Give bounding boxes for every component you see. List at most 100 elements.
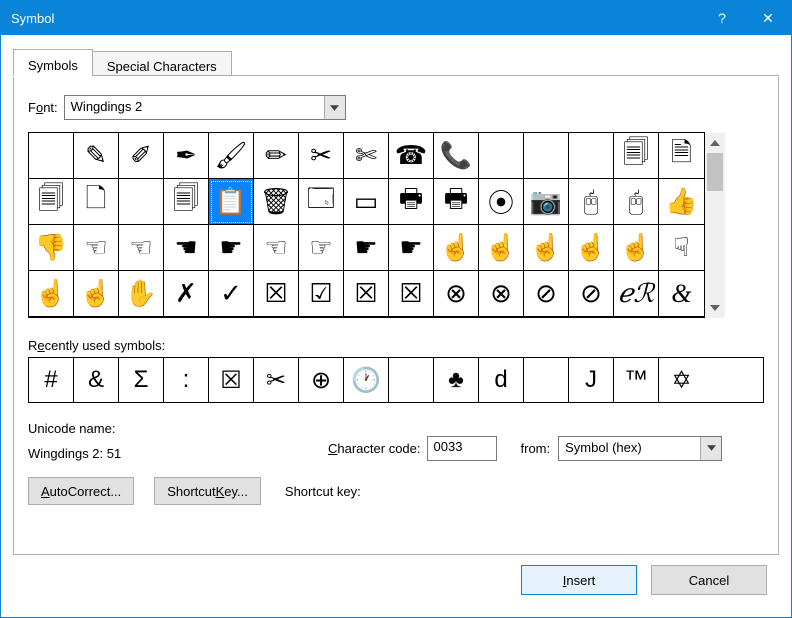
recent-cell[interactable]: ♣ [434,358,479,402]
insert-button[interactable]: Insert [521,565,637,595]
symbol-cell[interactable]: ✓ [209,271,254,317]
symbol-cell[interactable]: ☝ [29,271,74,317]
symbol-cell[interactable] [119,179,164,225]
symbol-cell[interactable]: ✒ [164,133,209,179]
symbol-cell[interactable]: 🖌 [209,133,254,179]
symbol-cell[interactable]: 📷 [524,179,569,225]
tab-symbols[interactable]: Symbols [13,49,93,76]
recent-grid[interactable]: #&Σ:☒✂⊕🕐 ♣d J™✡ [28,357,764,403]
scroll-up-icon[interactable] [705,133,725,153]
recent-cell[interactable] [389,358,434,402]
cancel-button[interactable]: Cancel [651,565,767,595]
symbol-cell[interactable]: ☒ [389,271,434,317]
recent-cell[interactable]: d [479,358,524,402]
symbol-cell[interactable]: ▭ [344,179,389,225]
symbol-cell[interactable]: ☝ [569,225,614,271]
character-code-row: Character code: 0033 from: Symbol (hex) [328,435,764,461]
symbol-cell[interactable]: 🖶 [389,179,434,225]
recent-label: Recently used symbols: [28,338,764,353]
symbol-cell[interactable]: ☒ [344,271,389,317]
recent-cell[interactable]: ✂ [254,358,299,402]
symbol-cell[interactable]: 🗋 [74,179,119,225]
symbol-cell[interactable] [569,133,614,179]
symbol-cell[interactable]: 👍 [659,179,704,225]
symbol-cell[interactable]: ☑ [299,271,344,317]
scroll-track[interactable] [705,153,725,298]
chevron-down-icon[interactable] [700,437,721,460]
symbol-cell[interactable]: ☛ [389,225,434,271]
symbol-cell[interactable]: ☛ [344,225,389,271]
symbol-cell[interactable]: ☟ [659,225,704,271]
symbol-cell[interactable]: 🖰 [569,179,614,225]
symbol-cell[interactable]: ☝ [524,225,569,271]
symbol-cell[interactable]: 🖰 [614,179,659,225]
symbol-cell[interactable]: 🖶 [434,179,479,225]
symbol-cell[interactable]: 🗔 [299,179,344,225]
symbol-cell[interactable]: ✏ [254,133,299,179]
help-button[interactable]: ? [699,1,745,35]
tab-symbols-label: Symbols [28,58,78,73]
symbol-cell[interactable]: ⊘ [524,271,569,317]
symbol-cell[interactable]: ⊗ [479,271,524,317]
charcode-input[interactable]: 0033 [427,436,497,461]
scroll-down-icon[interactable] [705,298,725,318]
symbol-grid[interactable]: ✎✐✒🖌✏✂✄☎📞🗐🗎🗐🗋🗐📋🗑🗔▭🖶🖶⦿📷🖰🖰👍👎☜☜☚☛☜☞☛☛☝☝☝☝☝☟… [28,132,705,318]
symbol-cell[interactable]: 📞 [434,133,479,179]
symbol-cell[interactable]: 🗑 [254,179,299,225]
symbol-cell[interactable]: ✄ [344,133,389,179]
symbol-cell[interactable]: ☝ [434,225,479,271]
recent-cell[interactable]: 🕐 [344,358,389,402]
symbol-cell[interactable]: ✂ [299,133,344,179]
symbol-cell[interactable]: 📋 [209,179,254,225]
symbol-cell[interactable]: ⦿ [479,179,524,225]
symbol-cell[interactable]: & [659,271,704,317]
symbol-cell[interactable]: ☝ [74,271,119,317]
recent-cell[interactable]: ⊕ [299,358,344,402]
symbol-cell[interactable]: ℯℛ [614,271,659,317]
chevron-down-icon[interactable] [324,96,345,119]
recent-cell[interactable]: ☒ [209,358,254,402]
symbol-cell[interactable]: 🗐 [614,133,659,179]
recent-cell[interactable]: # [29,358,74,402]
autocorrect-button[interactable]: AutoCorrect... [28,477,134,505]
from-label: from: [521,441,551,456]
symbol-cell[interactable]: ✗ [164,271,209,317]
close-button[interactable]: ✕ [745,1,791,35]
symbol-cell[interactable]: ⊗ [434,271,479,317]
shortcut-key-button[interactable]: Shortcut Key... [154,477,261,505]
scrollbar[interactable] [705,132,725,318]
symbol-cell[interactable]: ☎ [389,133,434,179]
symbol-cell[interactable]: ☝ [479,225,524,271]
symbol-cell[interactable]: ☜ [119,225,164,271]
tab-special-characters[interactable]: Special Characters [93,51,232,76]
symbol-cell[interactable]: ✐ [119,133,164,179]
symbol-cell[interactable]: ☜ [74,225,119,271]
symbol-cell[interactable]: ✎ [74,133,119,179]
recent-cell[interactable]: : [164,358,209,402]
symbol-cell[interactable]: ☚ [164,225,209,271]
recent-cell[interactable]: J [569,358,614,402]
symbol-cell[interactable]: ☜ [254,225,299,271]
from-combo[interactable]: Symbol (hex) [558,436,722,461]
font-combo[interactable]: Wingdings 2 [64,95,346,120]
symbol-cell[interactable]: 🗐 [29,179,74,225]
symbol-cell[interactable]: ✋ [119,271,164,317]
symbol-cell[interactable]: ⊘ [569,271,614,317]
scroll-thumb[interactable] [707,153,723,191]
recent-cell[interactable]: ™ [614,358,659,402]
recent-cell[interactable]: ✡ [659,358,704,402]
symbol-cell[interactable] [524,133,569,179]
recent-cell[interactable]: & [74,358,119,402]
symbol-cell[interactable]: 👎 [29,225,74,271]
symbol-cell[interactable] [29,133,74,179]
symbol-cell[interactable]: 🗎 [659,133,704,179]
font-label: Font: [28,100,58,115]
symbol-cell[interactable]: 🗐 [164,179,209,225]
symbol-cell[interactable] [479,133,524,179]
recent-cell[interactable]: Σ [119,358,164,402]
symbol-cell[interactable]: ☛ [209,225,254,271]
symbol-cell[interactable]: ☝ [614,225,659,271]
symbol-cell[interactable]: ☞ [299,225,344,271]
recent-cell[interactable] [524,358,569,402]
symbol-cell[interactable]: ☒ [254,271,299,317]
